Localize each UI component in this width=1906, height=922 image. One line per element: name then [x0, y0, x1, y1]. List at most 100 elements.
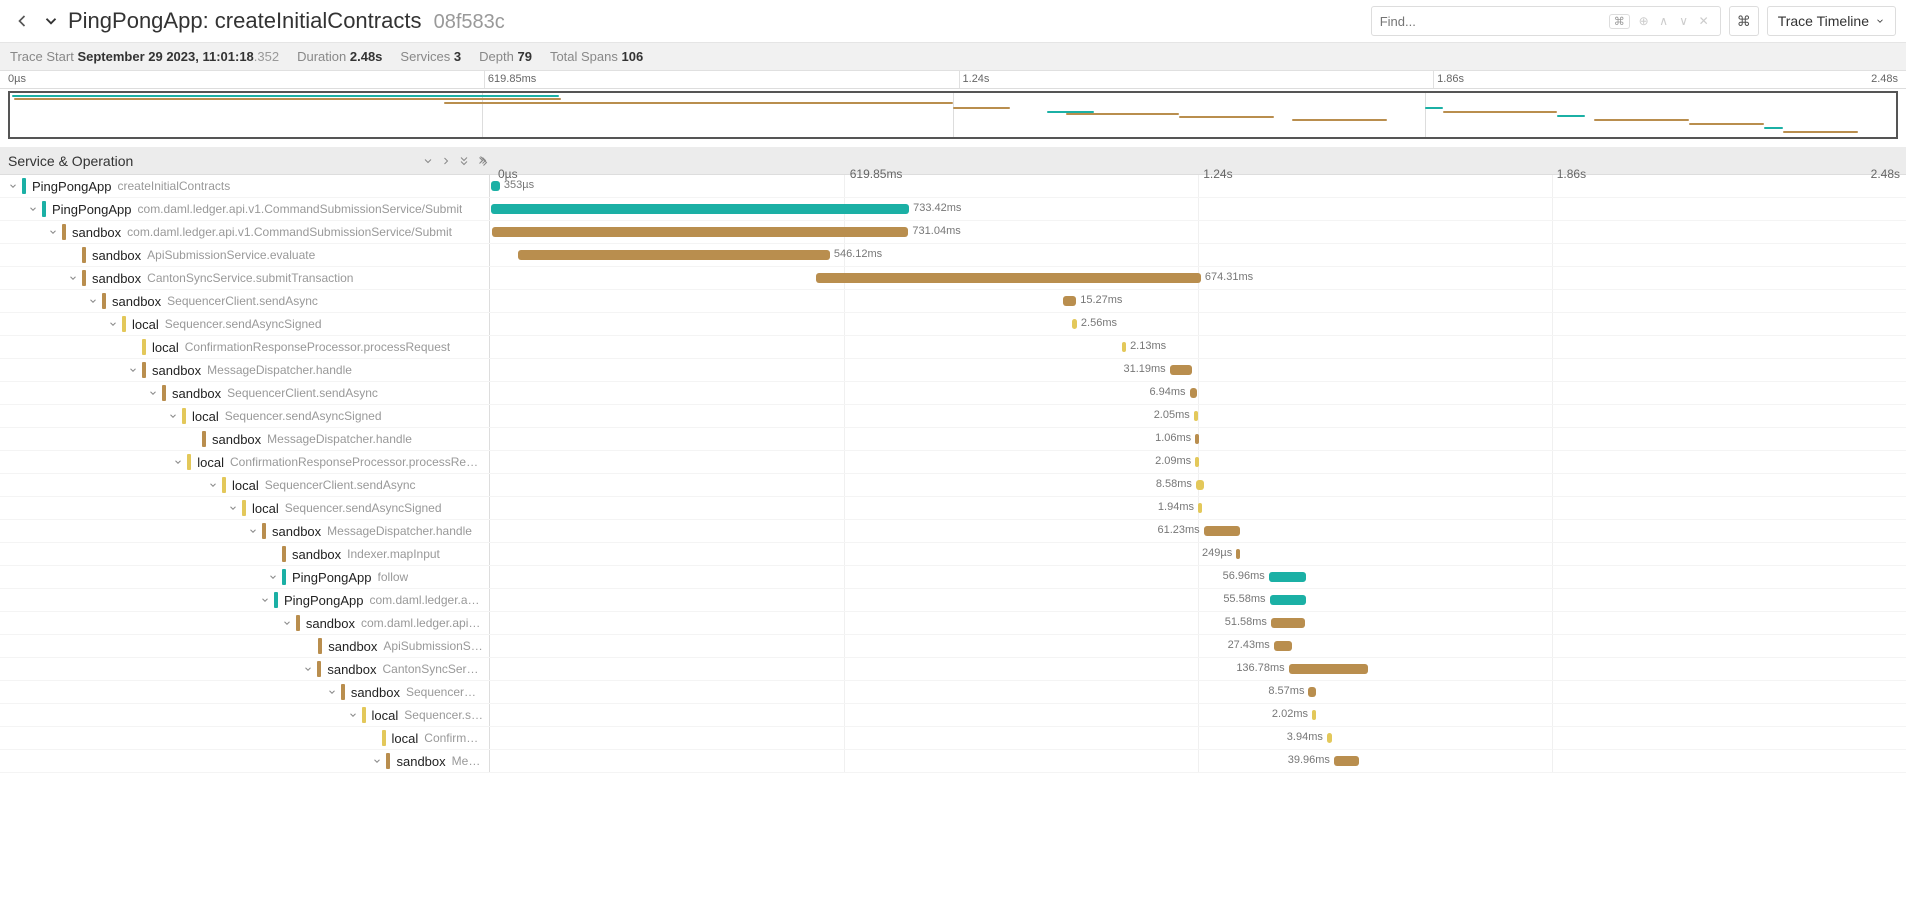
span-bar[interactable]: [1063, 296, 1076, 306]
expand-chevron-icon[interactable]: [280, 616, 294, 630]
span-row[interactable]: sandboxCantonSyncService.submitTransacti…: [0, 267, 1906, 290]
service-color-indicator: [142, 339, 146, 355]
span-bar[interactable]: [816, 273, 1201, 283]
ruler-tick-4: 2.48s: [1871, 73, 1898, 85]
span-row[interactable]: PingPongAppcreateInitialContracts353µs: [0, 175, 1906, 198]
find-close-icon[interactable]: ✕: [1696, 13, 1712, 29]
expand-chevron-icon[interactable]: [106, 317, 120, 331]
span-row[interactable]: localSequencerClient.sendAsync8.58ms: [0, 474, 1906, 497]
span-row[interactable]: sandboxcom.daml.ledger.api.v1...51.58ms: [0, 612, 1906, 635]
expand-chevron-icon[interactable]: [370, 754, 384, 768]
span-service-name: local: [232, 478, 259, 493]
span-row[interactable]: sandboxSequencerClient.sendAsync6.94ms: [0, 382, 1906, 405]
span-service-name: sandbox: [92, 271, 141, 286]
expand-all-icon[interactable]: [474, 153, 490, 169]
summary-duration-label: Duration: [297, 49, 346, 64]
span-bar[interactable]: [1312, 710, 1316, 720]
span-duration-label: 353µs: [504, 179, 534, 191]
span-bar[interactable]: [1289, 664, 1368, 674]
span-bar[interactable]: [1204, 526, 1241, 536]
expand-chevron-icon[interactable]: [6, 179, 20, 193]
span-bar[interactable]: [1196, 480, 1204, 490]
span-bar[interactable]: [1072, 319, 1077, 329]
span-bar[interactable]: [1122, 342, 1127, 352]
expand-chevron-icon[interactable]: [246, 524, 260, 538]
find-next-icon[interactable]: ∨: [1676, 13, 1692, 29]
collapse-one-icon[interactable]: [420, 153, 436, 169]
collapse-all-icon[interactable]: [456, 153, 472, 169]
expand-chevron-icon[interactable]: [325, 685, 339, 699]
span-row[interactable]: localSequencer.se...2.02ms: [0, 704, 1906, 727]
span-row[interactable]: sandboxSequencerClient.sendAsync15.27ms: [0, 290, 1906, 313]
collapse-title-chevron-icon[interactable]: [40, 10, 62, 32]
span-row[interactable]: localSequencer.sendAsyncSigned2.56ms: [0, 313, 1906, 336]
span-bar[interactable]: [1270, 595, 1306, 605]
view-mode-dropdown[interactable]: Trace Timeline: [1767, 6, 1896, 36]
span-bar[interactable]: [1271, 618, 1305, 628]
span-bar[interactable]: [1195, 457, 1199, 467]
expand-chevron-icon[interactable]: [258, 593, 272, 607]
span-row[interactable]: sandboxIndexer.mapInput249µs: [0, 543, 1906, 566]
span-row[interactable]: sandboxCantonSyncServic...136.78ms: [0, 658, 1906, 681]
expand-chevron-icon[interactable]: [171, 455, 185, 469]
span-bar[interactable]: [1269, 572, 1306, 582]
span-row[interactable]: localConfirmationResponseProcessor.proce…: [0, 451, 1906, 474]
span-bar[interactable]: [518, 250, 830, 260]
expand-chevron-icon[interactable]: [46, 225, 60, 239]
find-input[interactable]: [1380, 14, 1605, 29]
span-bar[interactable]: [1195, 434, 1199, 444]
span-bar[interactable]: [1170, 365, 1193, 375]
expand-chevron-icon[interactable]: [166, 409, 180, 423]
span-row[interactable]: sandboxApiSubmissionSer...27.43ms: [0, 635, 1906, 658]
span-operation-name: ConfirmationResponseProcessor.processReq…: [185, 340, 450, 354]
span-bar[interactable]: [1274, 641, 1292, 651]
trace-minimap[interactable]: [8, 91, 1898, 139]
expand-chevron-icon[interactable]: [126, 363, 140, 377]
span-bar[interactable]: [1327, 733, 1332, 743]
find-target-icon[interactable]: ⊕: [1636, 13, 1652, 29]
span-row[interactable]: PingPongAppcom.daml.ledger.api.v...55.58…: [0, 589, 1906, 612]
span-bar[interactable]: [1194, 411, 1198, 421]
span-row[interactable]: sandboxMessageDispatcher.handle31.19ms: [0, 359, 1906, 382]
span-bar[interactable]: [1334, 756, 1359, 766]
keyboard-shortcuts-button[interactable]: ⌘: [1729, 6, 1759, 36]
expand-one-icon[interactable]: [438, 153, 454, 169]
expand-chevron-icon[interactable]: [86, 294, 100, 308]
span-row[interactable]: sandboxMessageDispatcher.handle61.23ms: [0, 520, 1906, 543]
span-bar[interactable]: [1190, 388, 1198, 398]
span-row[interactable]: sandboxSequencerCli...8.57ms: [0, 681, 1906, 704]
expand-chevron-icon[interactable]: [346, 708, 360, 722]
span-bar[interactable]: [1236, 549, 1240, 559]
span-row[interactable]: PingPongAppcom.daml.ledger.api.v1.Comman…: [0, 198, 1906, 221]
span-row[interactable]: PingPongAppfollow56.96ms: [0, 566, 1906, 589]
span-row[interactable]: localConfirmationResponseProcessor.proce…: [0, 336, 1906, 359]
span-bar[interactable]: [492, 227, 908, 237]
summary-total-spans-label: Total Spans: [550, 49, 618, 64]
find-prev-icon[interactable]: ∧: [1656, 13, 1672, 29]
expand-chevron-icon[interactable]: [301, 662, 315, 676]
span-operation-name: Indexer.mapInput: [347, 547, 440, 561]
expand-chevron-icon[interactable]: [206, 478, 220, 492]
span-bar[interactable]: [491, 181, 499, 191]
find-input-container[interactable]: ⌘ ⊕ ∧ ∨ ✕: [1371, 6, 1721, 36]
span-operation-name: SequencerCli...: [406, 685, 483, 699]
expand-chevron-icon[interactable]: [146, 386, 160, 400]
span-bar[interactable]: [1308, 687, 1316, 697]
span-duration-label: 1.94ms: [1158, 501, 1194, 513]
span-row[interactable]: localConfirmat...3.94ms: [0, 727, 1906, 750]
span-row[interactable]: sandboxMes...39.96ms: [0, 750, 1906, 773]
summary-duration-value: 2.48s: [350, 49, 383, 64]
span-service-name: local: [392, 731, 419, 746]
span-row[interactable]: sandboxApiSubmissionService.evaluate546.…: [0, 244, 1906, 267]
expand-chevron-icon[interactable]: [266, 570, 280, 584]
span-bar[interactable]: [1198, 503, 1202, 513]
span-row[interactable]: localSequencer.sendAsyncSigned1.94ms: [0, 497, 1906, 520]
expand-chevron-icon[interactable]: [66, 271, 80, 285]
span-row[interactable]: sandboxMessageDispatcher.handle1.06ms: [0, 428, 1906, 451]
expand-chevron-icon[interactable]: [226, 501, 240, 515]
expand-chevron-icon[interactable]: [26, 202, 40, 216]
span-row[interactable]: sandboxcom.daml.ledger.api.v1.CommandSub…: [0, 221, 1906, 244]
span-bar[interactable]: [491, 204, 909, 214]
span-row[interactable]: localSequencer.sendAsyncSigned2.05ms: [0, 405, 1906, 428]
back-button[interactable]: [10, 9, 34, 33]
